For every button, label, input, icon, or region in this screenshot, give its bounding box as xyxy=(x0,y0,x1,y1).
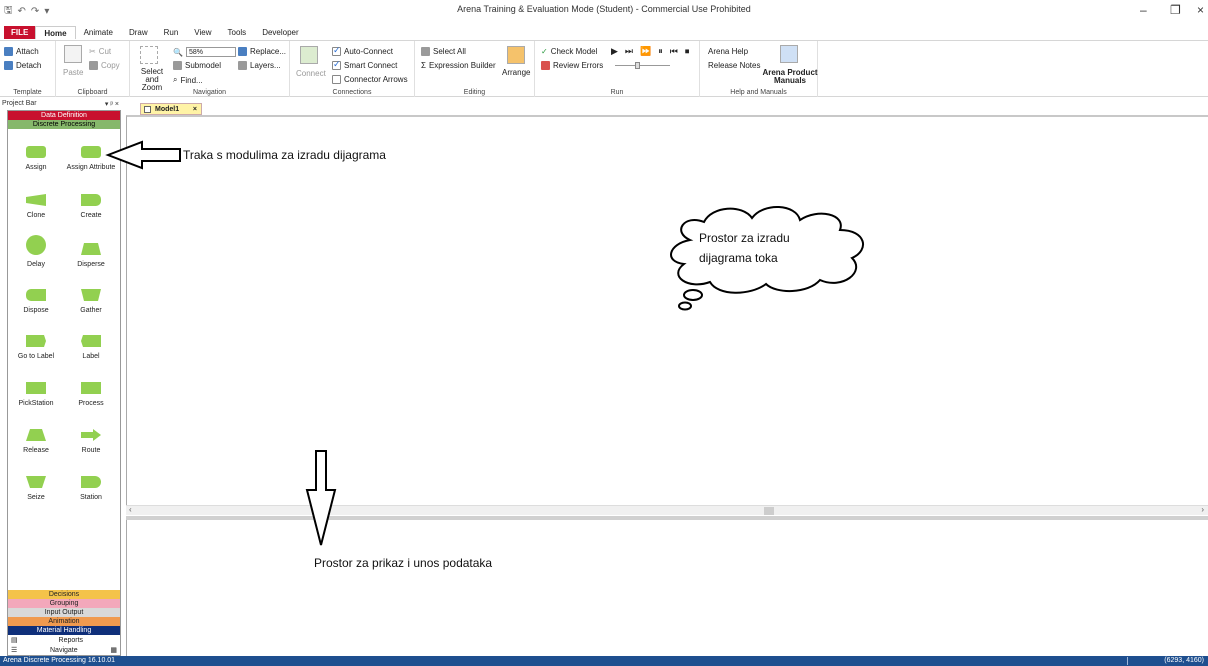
cloud-text-line2: dijagrama toka xyxy=(699,251,778,265)
cloud-annotation: Prostor za izradu dijagrama toka xyxy=(699,228,790,268)
left-arrow-icon xyxy=(105,140,181,170)
status-version: Arena Discrete Processing 16.10.01 xyxy=(3,657,116,664)
status-bar: Arena Discrete Processing 16.10.01 (6293… xyxy=(0,656,1208,666)
status-separator xyxy=(1127,657,1128,665)
annotation-overlay xyxy=(105,140,864,546)
modules-bar-annotation: Traka s modulima za izradu dijagrama xyxy=(183,148,386,162)
status-coordinates: (6293, 4160) xyxy=(1164,657,1204,664)
data-area-annotation: Prostor za prikaz i unos podataka xyxy=(314,556,493,570)
cloud-text-line1: Prostor za izradu xyxy=(699,231,790,245)
down-arrow-icon xyxy=(305,450,337,546)
